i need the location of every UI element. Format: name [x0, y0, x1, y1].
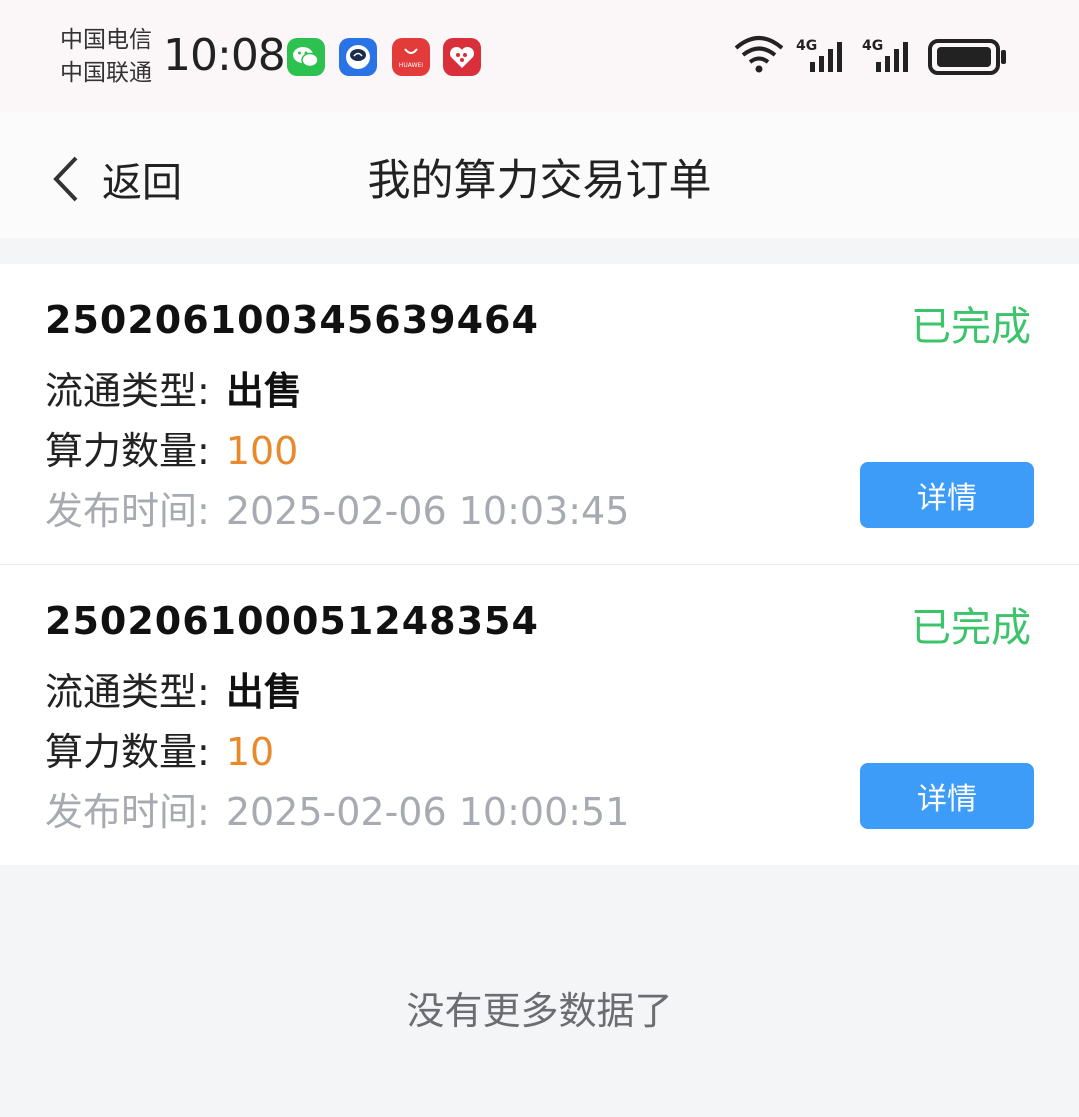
- order-type-row: 流通类型: 出售: [45, 661, 302, 716]
- status-time: 10:08: [163, 30, 286, 81]
- quantity-label: 算力数量:: [45, 730, 210, 774]
- assistant-bot-icon: [339, 38, 377, 76]
- order-status: 已完成: [911, 605, 1031, 651]
- publish-time-label: 发布时间:: [45, 790, 210, 834]
- order-card: 250206100051248354 已完成 流通类型: 出售 算力数量: 10 发…: [0, 565, 1079, 865]
- signal-4g-icon: 4G: [796, 38, 842, 72]
- carrier-2: 中国联通: [60, 60, 152, 86]
- signal-4g-icon: 4G: [862, 38, 908, 72]
- carrier-names: 中国电信 中国联通: [60, 24, 152, 90]
- type-value: 出售: [225, 670, 302, 714]
- order-time-row: 发布时间: 2025-02-06 10:00:51: [45, 781, 629, 836]
- type-label: 流通类型:: [45, 369, 210, 413]
- carrier-1: 中国电信: [60, 27, 152, 53]
- order-number: 250206100051248354: [45, 599, 539, 643]
- order-list: 250206100345639464 已完成 流通类型: 出售 算力数量: 100 …: [0, 264, 1079, 865]
- order-type-row: 流通类型: 出售: [45, 360, 302, 415]
- order-card: 250206100345639464 已完成 流通类型: 出售 算力数量: 100 …: [0, 264, 1079, 565]
- wifi-icon: [734, 36, 784, 73]
- quantity-value: 10: [225, 730, 275, 774]
- battery-icon: [928, 39, 1006, 75]
- svg-text:4G: 4G: [796, 38, 817, 54]
- order-time-row: 发布时间: 2025-02-06 10:03:45: [45, 480, 629, 535]
- publish-time-value: 2025-02-06 10:00:51: [225, 790, 630, 834]
- order-quantity-row: 算力数量: 10: [45, 721, 274, 776]
- system-indicators: 4G 4G: [734, 34, 1024, 78]
- quantity-label: 算力数量:: [45, 429, 210, 473]
- nav-bar: 返回 我的算力交易订单: [0, 112, 1079, 238]
- type-label: 流通类型:: [45, 670, 210, 714]
- heart-app-icon: [443, 38, 481, 76]
- svg-text:4G: 4G: [862, 38, 883, 54]
- type-value: 出售: [225, 369, 302, 413]
- order-number: 250206100345639464: [45, 298, 539, 342]
- quantity-value: 100: [225, 429, 299, 473]
- svg-text:HUAWEI: HUAWEI: [399, 62, 423, 69]
- detail-button[interactable]: 详情: [860, 462, 1034, 528]
- publish-time-value: 2025-02-06 10:03:45: [225, 489, 630, 533]
- detail-button[interactable]: 详情: [860, 763, 1034, 829]
- order-status: 已完成: [911, 304, 1031, 350]
- wechat-icon: [287, 38, 325, 76]
- publish-time-label: 发布时间:: [45, 489, 210, 533]
- order-quantity-row: 算力数量: 100: [45, 420, 298, 475]
- no-more-data-text: 没有更多数据了: [406, 989, 673, 1033]
- page-title: 我的算力交易订单: [367, 156, 712, 206]
- status-bar: 中国电信 中国联通 10:08 HUAWEI 4G 4G: [0, 0, 1079, 112]
- huawei-appgallery-icon: HUAWEI: [392, 38, 430, 76]
